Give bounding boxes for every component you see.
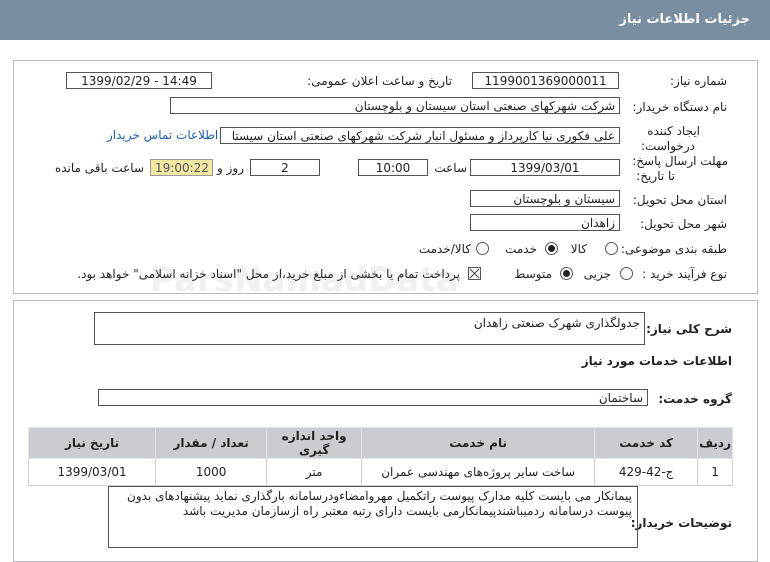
col-need-date: تاریخ نیاز bbox=[27, 427, 157, 459]
deadline-time-label: ساعت bbox=[434, 161, 467, 175]
requester-label-1: ایجاد کننده bbox=[647, 124, 700, 138]
city-label: شهر محل تحویل: bbox=[640, 217, 727, 231]
requester-label-2: درخواست: bbox=[641, 139, 695, 153]
cell-quantity: 1000 bbox=[155, 458, 268, 486]
deadline-label-1: مهلت ارسال پاسخ: bbox=[632, 154, 728, 168]
buyer-notes-field: پیمانکار می بایست کلیه مدارک پیوست راتکم… bbox=[108, 486, 638, 548]
buyer-org-label: نام دستگاه خریدار: bbox=[632, 100, 728, 114]
purchase-option-medium: متوسط bbox=[514, 267, 552, 281]
need-number-label: شماره نیاز: bbox=[670, 74, 727, 88]
col-quantity: تعداد / مقدار bbox=[155, 427, 268, 459]
treasury-payment-note: پرداخت تمام یا بخشی از مبلغ خرید،از محل … bbox=[77, 267, 460, 281]
table-row: 1 ج-42-429 ساخت سایر پروژه‌های مهندسی عم… bbox=[27, 458, 733, 486]
cell-row: 1 bbox=[697, 458, 733, 486]
announce-field: 1399/02/29 - 14:49 bbox=[66, 72, 212, 89]
deadline-date-field: 1399/03/01 bbox=[470, 159, 620, 176]
col-unit: واحد اندازه گیری bbox=[266, 427, 363, 459]
deadline-label-2: تا تاریخ: bbox=[636, 169, 675, 183]
purchase-type-label: نوع فرآیند خرید : bbox=[642, 267, 727, 281]
service-group-field: ساختمان bbox=[98, 389, 648, 406]
days-remaining-field: 2 bbox=[250, 159, 320, 176]
page-header: جزئیات اطلاعات نیاز bbox=[0, 0, 770, 40]
category-option-service: خدمت bbox=[505, 242, 537, 256]
col-service-code: کد خدمت bbox=[594, 427, 699, 459]
category-option-goods-service: کالا/خدمت bbox=[418, 242, 471, 256]
province-field: سیستان و بلوچستان bbox=[470, 190, 620, 207]
cell-unit: متر bbox=[266, 458, 363, 486]
category-radio-service[interactable] bbox=[545, 242, 558, 255]
page-title: جزئیات اطلاعات نیاز bbox=[619, 12, 750, 27]
summary-field: جدولگذاری شهرک صنعتی زاهدان bbox=[94, 312, 645, 345]
contact-info-link[interactable]: اطلاعات تماس خریدار bbox=[107, 128, 218, 142]
summary-label: شرح کلی نیاز: bbox=[646, 322, 732, 336]
buyer-notes-label: توضیحات خریدار: bbox=[630, 516, 732, 530]
city-field: زاهدان bbox=[470, 214, 620, 231]
category-option-goods: کالا bbox=[570, 242, 587, 256]
deadline-time-field: 10:00 bbox=[358, 159, 428, 176]
services-section-title: اطلاعات خدمات مورد نیاز bbox=[581, 354, 732, 368]
requester-field: علی فکوری نیا کارپرداز و مسئول انبار شرک… bbox=[220, 127, 620, 144]
purchase-option-minor: جزیی bbox=[583, 267, 611, 281]
services-table: ردیف کد خدمت نام خدمت واحد اندازه گیری ت… bbox=[27, 427, 733, 486]
cell-service-code: ج-42-429 bbox=[594, 458, 699, 486]
announce-label: تاریخ و ساعت اعلان عمومی: bbox=[307, 74, 452, 88]
category-radio-goods-service[interactable] bbox=[476, 242, 489, 255]
category-label: طبقه بندی موضوعی: bbox=[620, 242, 727, 256]
services-table-header: ردیف کد خدمت نام خدمت واحد اندازه گیری ت… bbox=[27, 427, 733, 459]
buyer-org-field: شرکت شهرکهای صنعتی استان سیستان و بلوچست… bbox=[170, 97, 620, 114]
province-label: استان محل تحویل: bbox=[632, 193, 727, 207]
purchase-radio-medium[interactable] bbox=[560, 267, 573, 280]
category-radio-goods[interactable] bbox=[605, 242, 618, 255]
days-label: روز و bbox=[217, 161, 244, 175]
service-group-label: گروه خدمت: bbox=[658, 392, 732, 406]
col-row: ردیف bbox=[697, 427, 733, 459]
treasury-payment-checkbox[interactable] bbox=[468, 267, 481, 280]
cell-need-date: 1399/03/01 bbox=[27, 458, 157, 486]
cell-service-name: ساخت سایر پروژه‌های مهندسی عمران bbox=[361, 458, 596, 486]
need-number-field: 1199001369000011 bbox=[472, 72, 619, 89]
remaining-time-field: 19:00:22 bbox=[150, 159, 213, 176]
remaining-label: ساعت باقی مانده bbox=[54, 161, 144, 175]
purchase-radio-minor[interactable] bbox=[620, 267, 633, 280]
col-service-name: نام خدمت bbox=[361, 427, 596, 459]
